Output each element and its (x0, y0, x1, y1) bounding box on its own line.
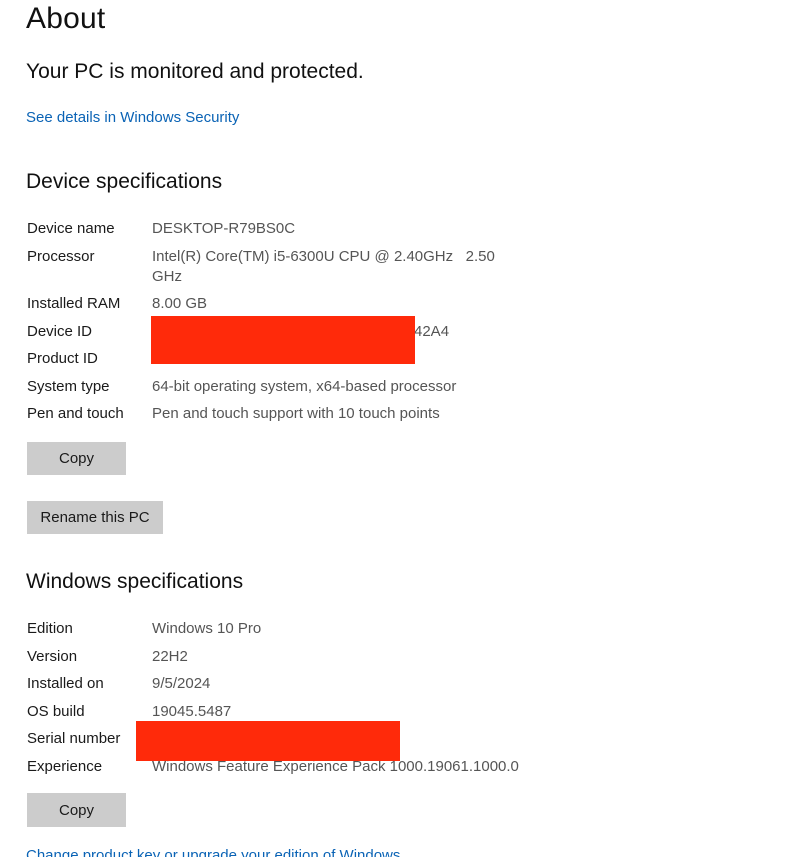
windows-security-link[interactable]: See details in Windows Security (26, 109, 239, 126)
spec-row-installed-on: Installed on 9/5/2024 (27, 674, 547, 694)
page-title: About (26, 2, 106, 35)
spec-value: 19045.5487 (152, 703, 232, 720)
spec-value: 22H2 (152, 648, 188, 665)
spec-value: Pen and touch support with 10 touch poin… (152, 405, 440, 422)
spec-label: System type (27, 378, 110, 395)
spec-row-edition: Edition Windows 10 Pro (27, 619, 547, 639)
device-specifications-heading: Device specifications (26, 170, 223, 193)
spec-label: Device name (27, 220, 115, 237)
rename-pc-button[interactable]: Rename this PC (27, 501, 163, 534)
protection-status-text: Your PC is monitored and protected. (26, 60, 364, 83)
spec-row-pen-and-touch: Pen and touch Pen and touch support with… (27, 404, 547, 424)
windows-specifications-heading: Windows specifications (26, 570, 244, 593)
spec-label: Serial number (27, 730, 121, 747)
spec-row-device-name: Device name DESKTOP-R79BS0C (27, 219, 547, 239)
spec-label: Pen and touch (27, 405, 124, 422)
spec-label: Experience (27, 758, 103, 775)
spec-value: 9/5/2024 (152, 675, 211, 692)
spec-label: Product ID (27, 350, 98, 367)
spec-row-system-type: System type 64-bit operating system, x64… (27, 377, 547, 397)
spec-label: Version (27, 648, 78, 665)
spec-label: Edition (27, 620, 73, 637)
redaction-box-device (151, 316, 415, 364)
spec-value: 8.00 GB (152, 295, 208, 312)
spec-row-os-build: OS build 19045.5487 (27, 702, 547, 722)
copy-device-specs-button[interactable]: Copy (27, 442, 126, 475)
copy-windows-specs-button[interactable]: Copy (27, 793, 126, 827)
spec-value: DESKTOP-R79BS0C (152, 220, 296, 237)
spec-label: Installed RAM (27, 295, 121, 312)
spec-label: Installed on (27, 675, 104, 692)
spec-row-processor: Processor Intel(R) Core(TM) i5-6300U CPU… (27, 247, 547, 287)
spec-row-installed-ram: Installed RAM 8.00 GB (27, 294, 547, 314)
spec-value: 64-bit operating system, x64-based proce… (152, 378, 457, 395)
redaction-box-serial (136, 721, 400, 761)
spec-value: Intel(R) Core(TM) i5-6300U CPU @ 2.40GHz… (152, 248, 500, 285)
spec-row-version: Version 22H2 (27, 647, 547, 667)
spec-label: Processor (27, 248, 95, 265)
spec-label: OS build (27, 703, 85, 720)
about-page: About Your PC is monitored and protected… (0, 0, 800, 857)
spec-label: Device ID (27, 323, 93, 340)
change-product-key-link[interactable]: Change product key or upgrade your editi… (26, 847, 400, 857)
spec-value: Windows 10 Pro (152, 620, 262, 637)
